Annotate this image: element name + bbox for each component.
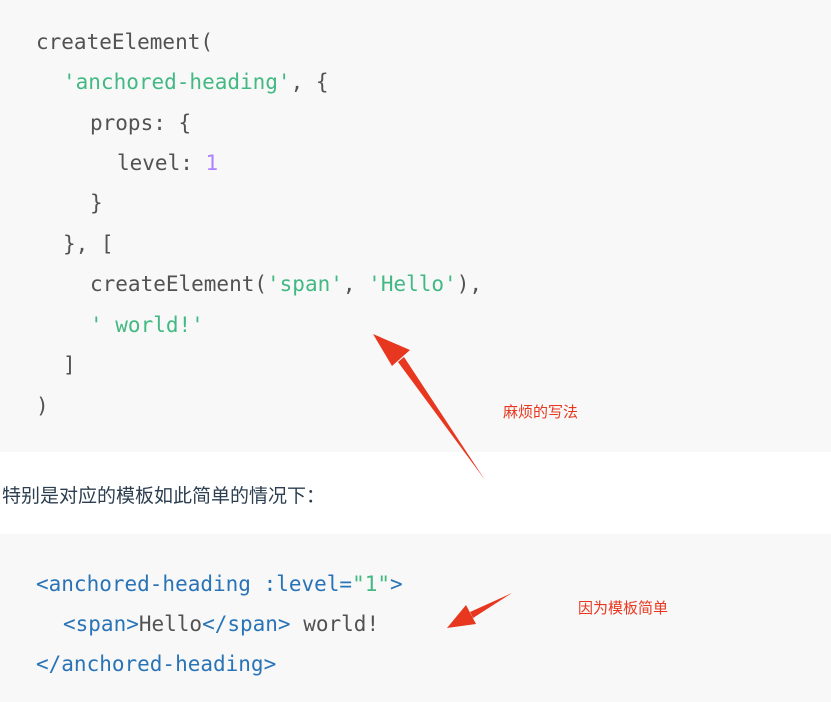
code-text: ,	[342, 272, 369, 296]
code-string: 'Hello'	[368, 272, 457, 296]
code-text: , {	[290, 70, 329, 94]
explanation-paragraph: 特别是对应的模板如此简单的情况下：	[2, 485, 326, 507]
annotation-label: 因为模板简单	[578, 599, 669, 617]
code-line: props: {	[90, 111, 191, 135]
annotation-label: 麻烦的写法	[503, 403, 579, 421]
code-text: Hello	[138, 612, 203, 636]
code-attr-value: "1"	[352, 572, 391, 596]
code-text: props: {	[90, 111, 192, 135]
code-text: ),	[456, 272, 482, 296]
code-string: 'span'	[267, 272, 343, 296]
code-text: createElement(	[36, 30, 214, 54]
code-line: ' world!'	[90, 313, 204, 337]
code-text: createElement(	[90, 272, 268, 296]
code-line: </anchored-heading>	[36, 652, 276, 676]
code-tag: </span>	[202, 612, 291, 636]
code-string: ' world!'	[90, 313, 204, 337]
code-line: 'anchored-heading', {	[63, 70, 329, 94]
code-text: )	[36, 394, 49, 418]
render-function-code-block: createElement( 'anchored-heading', { pro…	[0, 0, 831, 452]
code-text: level:	[117, 151, 206, 175]
code-tag: >	[390, 572, 403, 596]
code-line: }	[90, 191, 103, 215]
code-tag: </anchored-heading>	[36, 652, 277, 676]
code-text: }, [	[63, 232, 114, 256]
code-line: createElement(	[36, 30, 213, 54]
code-line: ]	[63, 353, 76, 377]
code-tag: <span>	[63, 612, 139, 636]
code-string: 'anchored-heading'	[63, 70, 291, 94]
template-code-block: <anchored-heading :level="1"> <span>Hell…	[0, 534, 831, 702]
code-line: <span>Hello</span> world!	[63, 612, 379, 636]
code-line: }, [	[63, 232, 114, 256]
code-text: }	[90, 191, 103, 215]
code-text: world!	[290, 612, 380, 636]
code-number: 1	[205, 151, 219, 175]
code-line: )	[36, 394, 49, 418]
code-line: createElement('span', 'Hello'),	[90, 272, 482, 296]
code-line: level: 1	[117, 151, 218, 175]
code-tag: <anchored-heading :level=	[36, 572, 353, 596]
code-line: <anchored-heading :level="1">	[36, 572, 403, 596]
code-text: ]	[63, 353, 76, 377]
